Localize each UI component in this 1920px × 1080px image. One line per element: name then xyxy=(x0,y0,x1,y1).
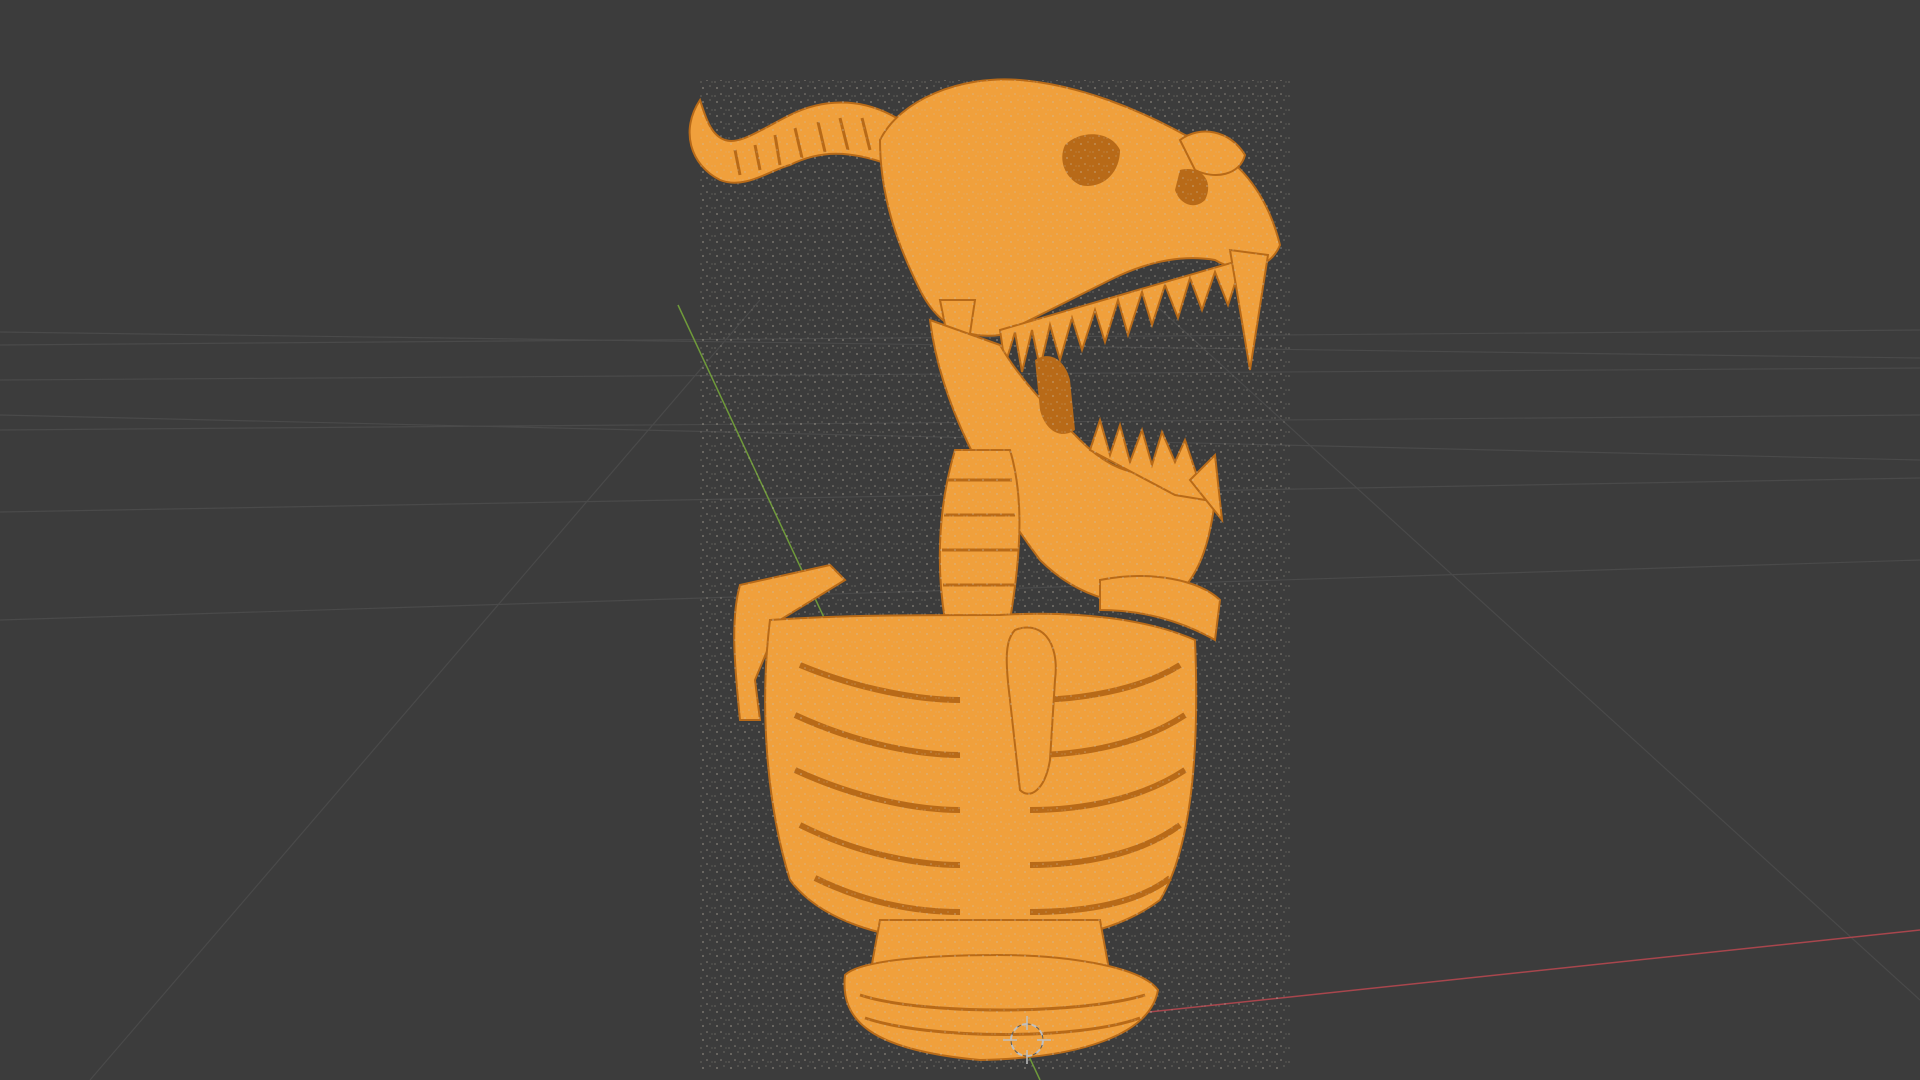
viewport-canvas[interactable] xyxy=(0,0,1920,1080)
skeleton-mesh-icon[interactable] xyxy=(688,78,1290,1070)
3d-viewport[interactable] xyxy=(0,0,1920,1080)
mesh-speckle-overlay xyxy=(700,80,1290,1070)
